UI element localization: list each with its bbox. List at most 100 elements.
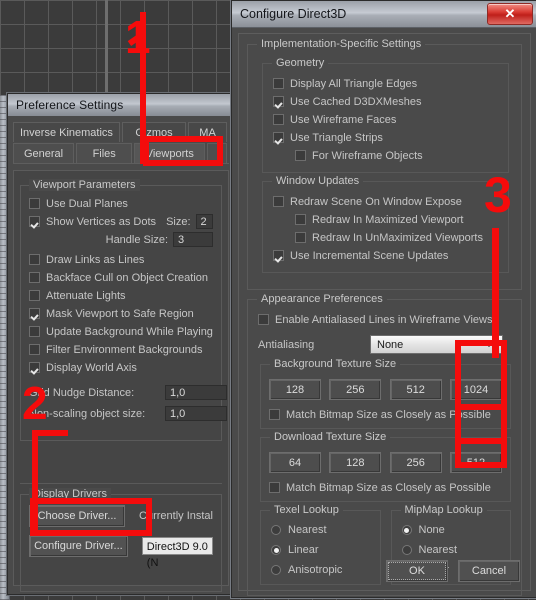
tab-gizmos[interactable]: Gizmos (121, 122, 187, 142)
non-scaling-input[interactable]: 1,0 (165, 406, 227, 421)
size-label: Size: (166, 215, 191, 228)
tab-label: Viewports (145, 147, 194, 160)
checkbox-for-wireframe-objects[interactable]: For Wireframe Objects (295, 148, 500, 163)
checkbox-label: Match Bitmap Size as Closely as Possible (286, 481, 491, 494)
button-label: Choose Driver... (37, 510, 117, 522)
preference-settings-body: Inverse Kinematics Gizmos MA General Fil… (8, 116, 234, 594)
radio-selected-icon (401, 525, 412, 535)
button-label: 256 (406, 456, 425, 469)
checkbox-label: Enable Antialiased Lines in Wireframe Vi… (275, 313, 493, 326)
checkbox-enable-antialiased-lines[interactable]: Enable Antialiased Lines in Wireframe Vi… (258, 312, 513, 327)
chevron-down-icon (484, 342, 494, 347)
appearance-preferences-group: Appearance Preferences Enable Antialiase… (247, 293, 522, 596)
tab-overflow[interactable] (207, 143, 227, 163)
antialiasing-select[interactable]: None (370, 335, 503, 354)
bg-texture-256-button[interactable]: 256 (329, 379, 382, 400)
button-label: OK (409, 565, 425, 577)
grid-nudge-row: Grid Nudge Distance: 1,0 (29, 385, 227, 400)
bg-texture-512-button[interactable]: 512 (389, 379, 442, 400)
checkbox-checked-icon (273, 132, 284, 143)
checkbox-use-cached-d3dxmeshes[interactable]: Use Cached D3DXMeshes (273, 94, 500, 109)
button-label: 512 (466, 456, 486, 469)
radio-icon (401, 545, 412, 555)
checkbox-show-vertices-as-dots[interactable]: Show Vertices as Dots Size: 2 (29, 214, 213, 229)
checkbox-redraw-in-maximized-viewport[interactable]: Redraw In Maximized Viewport (295, 212, 500, 227)
checkbox-checked-icon (29, 216, 40, 227)
checkbox-dl-match-bitmap-size[interactable]: Match Bitmap Size as Closely as Possible (269, 480, 506, 495)
checkbox-box-icon (29, 272, 40, 283)
checkbox-label: Attenuate Lights (46, 289, 126, 302)
display-drivers-label: Display Drivers (29, 488, 111, 500)
checkbox-display-all-triangle-edges[interactable]: Display All Triangle Edges (273, 76, 500, 91)
grid-nudge-input[interactable]: 1,0 (165, 385, 227, 400)
viewport-parameters-group: Viewport Parameters Use Dual Planes Show… (20, 179, 227, 441)
background-texture-buttons: 128 256 512 1024 (269, 379, 502, 400)
currently-installed-value[interactable]: Direct3D 9.0 (N (141, 537, 213, 569)
panel-divider (20, 483, 222, 484)
window-updates-group: Window Updates Redraw Scene On Window Ex… (262, 175, 509, 273)
tab-maxscript[interactable]: MA (188, 122, 228, 142)
radio-mipmap-nearest[interactable]: Nearest (401, 544, 503, 556)
configure-direct3d-dialog: Configure Direct3D ✕ Implementation-Spec… (231, 0, 536, 598)
checkbox-box-icon (29, 198, 40, 209)
preference-settings-titlebar[interactable]: Preference Settings (8, 94, 234, 117)
button-label: Configure Driver... (34, 540, 123, 552)
tab-label: Inverse Kinematics (19, 126, 113, 139)
radio-texel-anisotropic[interactable]: Anisotropic (271, 564, 372, 576)
checkbox-box-icon (29, 344, 40, 355)
checkbox-use-triangle-strips[interactable]: Use Triangle Strips (273, 130, 500, 145)
tab-inverse-kinematics[interactable]: Inverse Kinematics (13, 122, 120, 142)
tab-separator (13, 163, 229, 164)
checkbox-redraw-in-unmaximized-viewports[interactable]: Redraw In UnMaximized Viewports (295, 230, 500, 245)
checkbox-checked-icon (273, 96, 284, 107)
checkbox-box-icon (29, 290, 40, 301)
checkbox-label: Filter Environment Backgrounds (46, 343, 203, 356)
dl-texture-128-button[interactable]: 128 (329, 452, 382, 473)
handle-size-row: Handle Size: 3 (29, 232, 213, 247)
tab-files[interactable]: Files (76, 143, 133, 163)
ok-button[interactable]: OK (386, 560, 448, 582)
checkbox-backface-cull[interactable]: Backface Cull on Object Creation (29, 270, 213, 285)
checkbox-draw-links-as-lines[interactable]: Draw Links as Lines (29, 252, 213, 267)
checkbox-bg-match-bitmap-size[interactable]: Match Bitmap Size as Closely as Possible (269, 407, 506, 422)
checkbox-update-background-while-playing[interactable]: Update Background While Playing (29, 324, 213, 339)
tab-general[interactable]: General (13, 143, 75, 163)
viewport-parameters-label: Viewport Parameters (29, 179, 140, 191)
checkbox-redraw-scene-on-window-expose[interactable]: Redraw Scene On Window Expose (273, 194, 500, 209)
checkbox-filter-environment-backgrounds[interactable]: Filter Environment Backgrounds (29, 342, 213, 357)
mipmap-lookup-label: MipMap Lookup (400, 504, 487, 516)
close-icon[interactable]: ✕ (487, 3, 533, 25)
checkbox-label: Use Incremental Scene Updates (290, 249, 449, 262)
checkbox-label: Display All Triangle Edges (290, 77, 418, 90)
dl-texture-256-button[interactable]: 256 (389, 452, 442, 473)
non-scaling-label: Non-scaling object size: (29, 407, 146, 420)
d3d-titlebar[interactable]: Configure Direct3D ✕ (232, 1, 536, 28)
cancel-button[interactable]: Cancel (458, 560, 520, 582)
checkbox-attenuate-lights[interactable]: Attenuate Lights (29, 288, 213, 303)
bg-texture-1024-button[interactable]: 1024 (449, 379, 502, 400)
radio-texel-linear[interactable]: Linear (271, 544, 372, 556)
checkbox-display-world-axis[interactable]: Display World Axis (29, 360, 213, 375)
dl-texture-512-button[interactable]: 512 (449, 452, 502, 473)
checkbox-box-icon (273, 196, 284, 207)
preference-tab-row-2: General Files Viewports (13, 143, 229, 163)
dl-texture-64-button[interactable]: 64 (269, 452, 321, 473)
download-texture-size-label: Download Texture Size (270, 431, 391, 443)
preference-settings-title: Preference Settings (16, 98, 124, 112)
radio-mipmap-none[interactable]: None (401, 524, 503, 536)
checkbox-use-dual-planes[interactable]: Use Dual Planes (29, 196, 213, 211)
choose-driver-button[interactable]: Choose Driver... (29, 505, 126, 527)
checkbox-label: Mask Viewport to Safe Region (46, 307, 194, 320)
radio-texel-nearest[interactable]: Nearest (271, 524, 372, 536)
checkbox-use-wireframe-faces[interactable]: Use Wireframe Faces (273, 112, 500, 127)
button-label: 64 (288, 456, 302, 469)
texel-lookup-group: Texel Lookup Nearest Linear Anisotropic (260, 504, 381, 585)
handle-size-input[interactable]: 3 (173, 232, 213, 247)
tab-viewports[interactable]: Viewports (134, 143, 206, 163)
checkbox-mask-viewport-safe-region[interactable]: Mask Viewport to Safe Region (29, 306, 213, 321)
bg-texture-128-button[interactable]: 128 (269, 379, 321, 400)
size-input[interactable]: 2 (195, 214, 213, 229)
configure-driver-button[interactable]: Configure Driver... (29, 535, 128, 557)
radio-label: Nearest (418, 544, 458, 556)
checkbox-use-incremental-scene-updates[interactable]: Use Incremental Scene Updates (273, 248, 500, 263)
